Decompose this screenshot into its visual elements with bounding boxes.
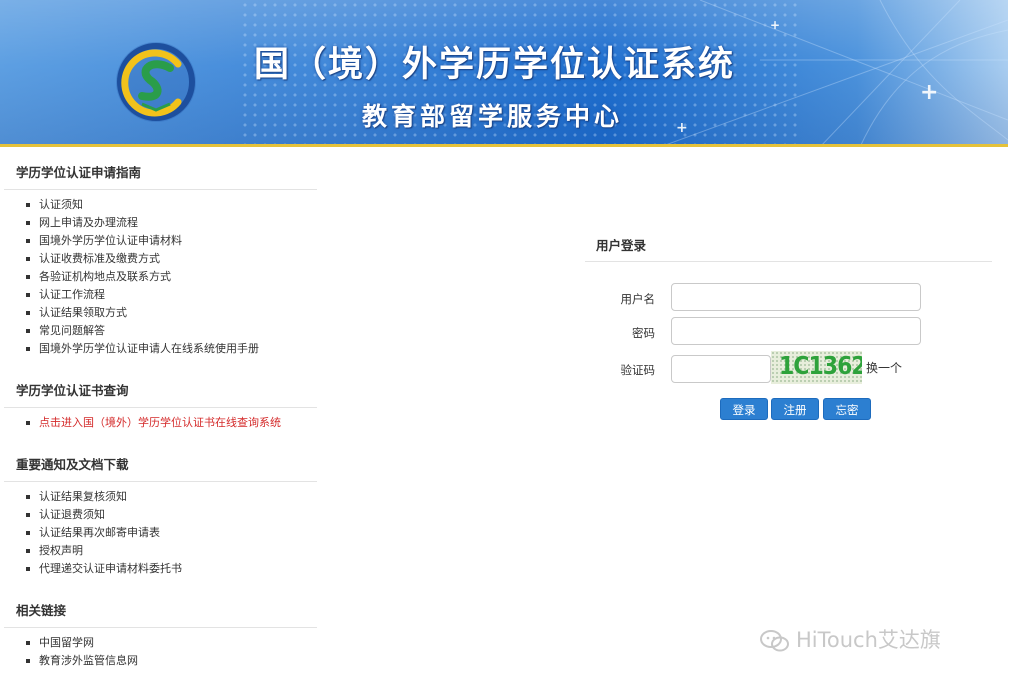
list-item[interactable]: 各验证机构地点及联系方式 xyxy=(26,268,318,286)
list-item[interactable]: 国境外学历学位认证申请人在线系统使用手册 xyxy=(26,340,318,358)
section-title: 学历学位认证书查询 xyxy=(16,383,129,398)
section-divider xyxy=(4,189,317,190)
query-list: 点击进入国（境外）学历学位认证书在线查询系统 xyxy=(0,414,318,432)
list-item[interactable]: 教育涉外监管信息网 xyxy=(26,652,318,670)
section-divider xyxy=(4,627,317,628)
sparkle-icon: + xyxy=(676,120,688,136)
login-button[interactable]: 登录 xyxy=(720,398,768,420)
list-item[interactable]: 认证结果领取方式 xyxy=(26,304,318,322)
notices-list: 认证结果复核须知 认证退费须知 认证结果再次邮寄申请表 授权声明 代理递交认证申… xyxy=(0,488,318,578)
notice-link[interactable]: 认证退费须知 xyxy=(39,508,105,521)
system-title: 国（境）外学历学位认证系统 xyxy=(254,44,736,85)
list-item[interactable]: 代理递交认证申请材料委托书 xyxy=(26,560,318,578)
section-title: 学历学位认证申请指南 xyxy=(16,165,142,180)
forgot-password-button[interactable]: 忘密 xyxy=(823,398,871,420)
captcha-image[interactable]: 1C1362 xyxy=(771,351,862,384)
captcha-input[interactable] xyxy=(671,355,771,383)
section-divider xyxy=(4,407,317,408)
list-item[interactable]: 点击进入国（境外）学历学位认证书在线查询系统 xyxy=(26,414,318,432)
guide-section: 学历学位认证申请指南 认证须知 网上申请及办理流程 国境外学历学位认证申请材料 … xyxy=(0,162,318,358)
notice-link[interactable]: 认证结果复核须知 xyxy=(39,490,127,503)
password-input[interactable] xyxy=(671,317,921,345)
captcha-label: 验证码 xyxy=(620,363,656,377)
notice-link[interactable]: 认证结果再次邮寄申请表 xyxy=(39,526,160,539)
related-links-section: 相关链接 中国留学网 教育涉外监管信息网 xyxy=(0,600,318,670)
list-item[interactable]: 授权声明 xyxy=(26,542,318,560)
list-item[interactable]: 认证工作流程 xyxy=(26,286,318,304)
banner-bottom-line xyxy=(0,144,1008,147)
refresh-captcha-link[interactable]: 换一个 xyxy=(866,359,902,376)
guide-link[interactable]: 认证结果领取方式 xyxy=(39,306,127,319)
related-link[interactable]: 教育涉外监管信息网 xyxy=(39,654,138,667)
header-banner: + + + 国（境）外学历学位认证系统 教育部留学服务中心 xyxy=(0,0,1008,147)
guide-link[interactable]: 认证收费标准及缴费方式 xyxy=(39,252,160,265)
login-divider xyxy=(585,261,992,262)
watermark-text: HiTouch艾达旗 xyxy=(796,628,941,652)
username-label: 用户名 xyxy=(620,292,656,306)
register-button[interactable]: 注册 xyxy=(771,398,819,420)
guide-link[interactable]: 各验证机构地点及联系方式 xyxy=(39,270,171,283)
guide-link[interactable]: 认证工作流程 xyxy=(39,288,105,301)
username-input[interactable] xyxy=(671,283,921,311)
list-item[interactable]: 网上申请及办理流程 xyxy=(26,214,318,232)
notice-link[interactable]: 代理递交认证申请材料委托书 xyxy=(39,562,182,575)
notices-section: 重要通知及文档下载 认证结果复核须知 认证退费须知 认证结果再次邮寄申请表 授权… xyxy=(0,454,318,578)
list-item[interactable]: 国境外学历学位认证申请材料 xyxy=(26,232,318,250)
notice-link[interactable]: 授权声明 xyxy=(39,544,83,557)
guide-link[interactable]: 国境外学历学位认证申请人在线系统使用手册 xyxy=(39,342,259,355)
captcha-text: 1C1362 xyxy=(779,352,862,381)
list-item[interactable]: 认证结果再次邮寄申请表 xyxy=(26,524,318,542)
section-title: 相关链接 xyxy=(16,603,67,618)
certificate-query-link[interactable]: 点击进入国（境外）学历学位认证书在线查询系统 xyxy=(39,416,281,429)
guide-link[interactable]: 网上申请及办理流程 xyxy=(39,216,138,229)
list-item[interactable]: 认证退费须知 xyxy=(26,506,318,524)
watermark: HiTouch艾达旗 xyxy=(760,624,941,654)
list-item[interactable]: 常见问题解答 xyxy=(26,322,318,340)
organization-subtitle: 教育部留学服务中心 xyxy=(362,102,624,131)
password-label: 密码 xyxy=(632,326,655,340)
section-title: 重要通知及文档下载 xyxy=(16,457,129,472)
guide-link[interactable]: 常见问题解答 xyxy=(39,324,105,337)
list-item[interactable]: 认证收费标准及缴费方式 xyxy=(26,250,318,268)
related-link[interactable]: 中国留学网 xyxy=(39,636,94,649)
certificate-query-section: 学历学位认证书查询 点击进入国（境外）学历学位认证书在线查询系统 xyxy=(0,380,318,432)
list-item[interactable]: 认证须知 xyxy=(26,196,318,214)
wechat-icon xyxy=(760,630,789,652)
list-item[interactable]: 中国留学网 xyxy=(26,634,318,652)
related-links-list: 中国留学网 教育涉外监管信息网 xyxy=(0,634,318,670)
guide-link[interactable]: 国境外学历学位认证申请材料 xyxy=(39,234,182,247)
login-title: 用户登录 xyxy=(596,238,647,253)
sparkle-icon: + xyxy=(920,80,939,105)
list-item[interactable]: 认证结果复核须知 xyxy=(26,488,318,506)
guide-list: 认证须知 网上申请及办理流程 国境外学历学位认证申请材料 认证收费标准及缴费方式… xyxy=(0,196,318,358)
cscse-logo-icon xyxy=(116,42,196,122)
sidebar: 学历学位认证申请指南 认证须知 网上申请及办理流程 国境外学历学位认证申请材料 … xyxy=(0,150,318,670)
sparkle-icon: + xyxy=(770,18,781,32)
guide-link[interactable]: 认证须知 xyxy=(39,198,83,211)
section-divider xyxy=(4,481,317,482)
